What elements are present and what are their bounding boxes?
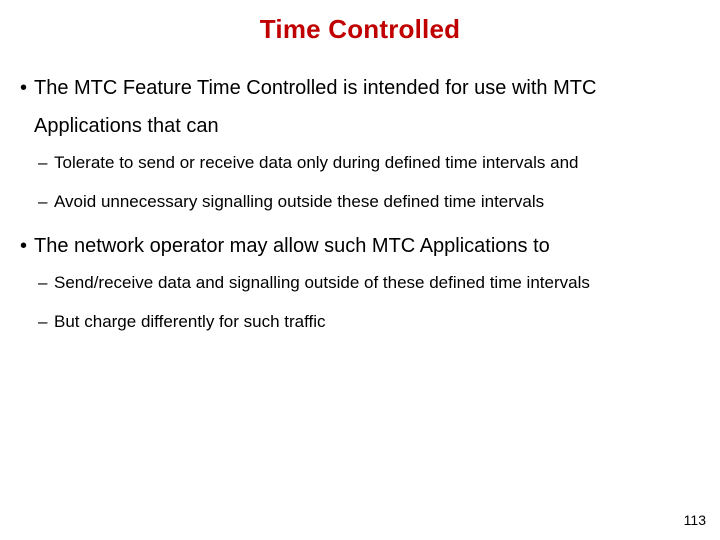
slide: Time Controlled • The MTC Feature Time C…: [0, 0, 720, 540]
bullet-item: • The network operator may allow such MT…: [20, 227, 700, 265]
bullet-item: • The MTC Feature Time Controlled is int…: [20, 69, 700, 145]
slide-title: Time Controlled: [20, 14, 700, 45]
bullet-glyph: •: [20, 227, 34, 265]
bullet-glyph: •: [20, 69, 34, 145]
sub-bullet-text: Tolerate to send or receive data only du…: [54, 149, 700, 178]
sub-bullet-text: But charge differently for such traffic: [54, 308, 700, 337]
dash-glyph: –: [38, 188, 54, 217]
bullet-text: The MTC Feature Time Controlled is inten…: [34, 69, 700, 145]
sub-bullet-item: – Avoid unnecessary signalling outside t…: [20, 188, 700, 217]
page-number: 113: [684, 512, 706, 528]
dash-glyph: –: [38, 308, 54, 337]
dash-glyph: –: [38, 269, 54, 298]
bullet-text: The network operator may allow such MTC …: [34, 227, 700, 265]
sub-bullet-item: – But charge differently for such traffi…: [20, 308, 700, 337]
dash-glyph: –: [38, 149, 54, 178]
sub-bullet-item: – Send/receive data and signalling outsi…: [20, 269, 700, 298]
sub-bullet-item: – Tolerate to send or receive data only …: [20, 149, 700, 178]
sub-bullet-text: Send/receive data and signalling outside…: [54, 269, 700, 298]
sub-bullet-text: Avoid unnecessary signalling outside the…: [54, 188, 700, 217]
